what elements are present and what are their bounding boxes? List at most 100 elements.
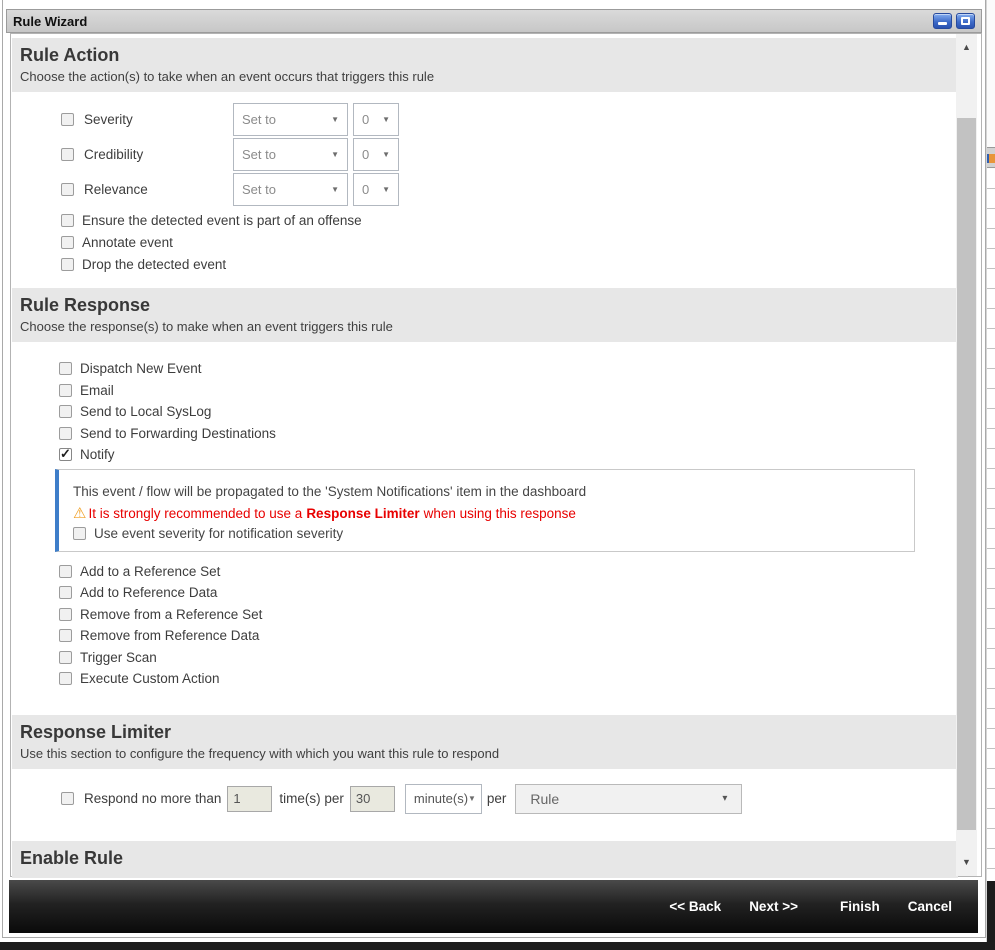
dispatch-new-event-label: Dispatch New Event	[80, 361, 202, 376]
respond-scope-value: Rule	[530, 791, 559, 807]
use-event-severity-checkbox[interactable]	[73, 527, 86, 540]
annotate-event-checkbox[interactable]	[61, 236, 74, 249]
response-limiter-section-header: Response Limiter Use this section to con…	[12, 715, 958, 769]
credibility-value: 0	[362, 147, 369, 162]
execute-custom-action-checkbox[interactable]	[59, 672, 72, 685]
respond-interval-input[interactable]: 30	[350, 786, 395, 812]
respond-count-input[interactable]: 1	[227, 786, 272, 812]
add-reference-data-checkbox[interactable]	[59, 586, 72, 599]
chevron-down-icon: ▼	[331, 185, 339, 194]
respond-limit-checkbox[interactable]	[61, 792, 74, 805]
add-reference-set-checkbox[interactable]	[59, 565, 72, 578]
maximize-button[interactable]	[956, 13, 975, 29]
option-row: Execute Custom Action	[12, 668, 958, 690]
background-toolbar-row	[987, 147, 995, 168]
credibility-row: Credibility Set to ▼ 0 ▼	[12, 137, 958, 172]
relevance-checkbox[interactable]	[61, 183, 74, 196]
option-row: Remove from Reference Data	[12, 625, 958, 647]
option-row: Add to a Reference Set	[12, 561, 958, 583]
notify-info-panel: This event / flow will be propagated to …	[55, 469, 915, 552]
relevance-row: Relevance Set to ▼ 0 ▼	[12, 172, 958, 207]
credibility-operation-dropdown[interactable]: Set to ▼	[233, 138, 348, 171]
remove-reference-set-checkbox[interactable]	[59, 608, 72, 621]
trigger-scan-label: Trigger Scan	[80, 650, 157, 665]
send-local-syslog-label: Send to Local SysLog	[80, 404, 211, 419]
annotate-event-label: Annotate event	[82, 235, 173, 250]
respond-limit-label: Respond no more than	[84, 791, 221, 806]
credibility-label: Credibility	[84, 147, 233, 162]
rule-response-options-top: Dispatch New Event Email Send to Local S…	[12, 358, 958, 466]
use-event-severity-label: Use event severity for notification seve…	[94, 526, 343, 541]
dialog-titlebar: Rule Wizard	[6, 9, 982, 33]
trigger-scan-checkbox[interactable]	[59, 651, 72, 664]
chevron-down-icon: ▼	[382, 115, 390, 124]
chevron-down-icon: ▾	[722, 793, 727, 804]
option-row: Remove from a Reference Set	[12, 604, 958, 626]
credibility-value-dropdown[interactable]: 0 ▼	[353, 138, 399, 171]
remove-reference-data-label: Remove from Reference Data	[80, 628, 259, 643]
warning-triangle-icon: ⚠	[73, 506, 86, 521]
maximize-icon	[961, 17, 970, 25]
background-bottom-bar	[0, 942, 995, 950]
relevance-operation-value: Set to	[242, 182, 276, 197]
cancel-button[interactable]: Cancel	[908, 899, 952, 914]
background-favicon-icon	[987, 154, 995, 163]
interval-unit-dropdown[interactable]: minute(s) ▼	[405, 784, 482, 814]
enable-rule-title: Enable Rule	[20, 848, 948, 869]
minimize-button[interactable]	[933, 13, 952, 29]
relevance-label: Relevance	[84, 182, 233, 197]
offense-label: Ensure the detected event is part of an …	[82, 213, 362, 228]
severity-checkbox[interactable]	[61, 113, 74, 126]
back-button[interactable]: << Back	[669, 899, 721, 914]
background-table-rows	[987, 169, 995, 881]
vertical-scrollbar[interactable]: ▲ ▼	[956, 34, 977, 876]
rule-action-section-header: Rule Action Choose the action(s) to take…	[12, 38, 958, 92]
chevron-down-icon: ▼	[468, 794, 476, 803]
email-label: Email	[80, 383, 114, 398]
warning-suffix: when using this response	[424, 506, 576, 521]
rule-action-description: Choose the action(s) to take when an eve…	[20, 69, 948, 84]
rule-action-title: Rule Action	[20, 45, 948, 66]
email-checkbox[interactable]	[59, 384, 72, 397]
screen: Rule Wizard Rule Action Choose the actio…	[0, 0, 995, 950]
notify-checkbox[interactable]	[59, 448, 72, 461]
drop-event-checkbox[interactable]	[61, 258, 74, 271]
notify-warning-text: ⚠ It is strongly recommended to use a Re…	[73, 506, 902, 521]
interval-unit-value: minute(s)	[414, 791, 468, 806]
option-row: Drop the detected event	[12, 253, 958, 275]
scroll-up-arrow-icon[interactable]: ▲	[956, 36, 977, 57]
wizard-button-bar: << Back Next >> Finish Cancel	[9, 880, 978, 933]
offense-checkbox[interactable]	[61, 214, 74, 227]
finish-button[interactable]: Finish	[840, 899, 880, 914]
relevance-operation-dropdown[interactable]: Set to ▼	[233, 173, 348, 206]
add-reference-set-label: Add to a Reference Set	[80, 564, 220, 579]
severity-operation-dropdown[interactable]: Set to ▼	[233, 103, 348, 136]
background-dark-area	[987, 881, 995, 950]
option-row: Dispatch New Event	[12, 358, 958, 380]
scroll-down-arrow-icon[interactable]: ▼	[956, 851, 977, 872]
per-label: per	[487, 791, 507, 806]
times-per-label: time(s) per	[279, 791, 344, 806]
severity-operation-value: Set to	[242, 112, 276, 127]
remove-reference-set-label: Remove from a Reference Set	[80, 607, 262, 622]
dispatch-new-event-checkbox[interactable]	[59, 362, 72, 375]
option-row: Trigger Scan	[12, 647, 958, 669]
credibility-checkbox[interactable]	[61, 148, 74, 161]
relevance-value-dropdown[interactable]: 0 ▼	[353, 173, 399, 206]
minimize-icon	[938, 22, 947, 25]
scrollbar-thumb[interactable]	[957, 118, 976, 830]
drop-event-label: Drop the detected event	[82, 257, 226, 272]
rule-response-description: Choose the response(s) to make when an e…	[20, 319, 948, 334]
option-row: Add to Reference Data	[12, 582, 958, 604]
notify-info-text: This event / flow will be propagated to …	[73, 484, 902, 499]
respond-scope-dropdown[interactable]: Rule ▾	[515, 784, 742, 814]
next-button[interactable]: Next >>	[749, 899, 798, 914]
option-row: Send to Local SysLog	[12, 401, 958, 423]
severity-row: Severity Set to ▼ 0 ▼	[12, 102, 958, 137]
send-local-syslog-checkbox[interactable]	[59, 405, 72, 418]
chevron-down-icon: ▼	[382, 185, 390, 194]
severity-value-dropdown[interactable]: 0 ▼	[353, 103, 399, 136]
dialog-content: Rule Action Choose the action(s) to take…	[12, 34, 958, 904]
remove-reference-data-checkbox[interactable]	[59, 629, 72, 642]
send-forwarding-destinations-checkbox[interactable]	[59, 427, 72, 440]
